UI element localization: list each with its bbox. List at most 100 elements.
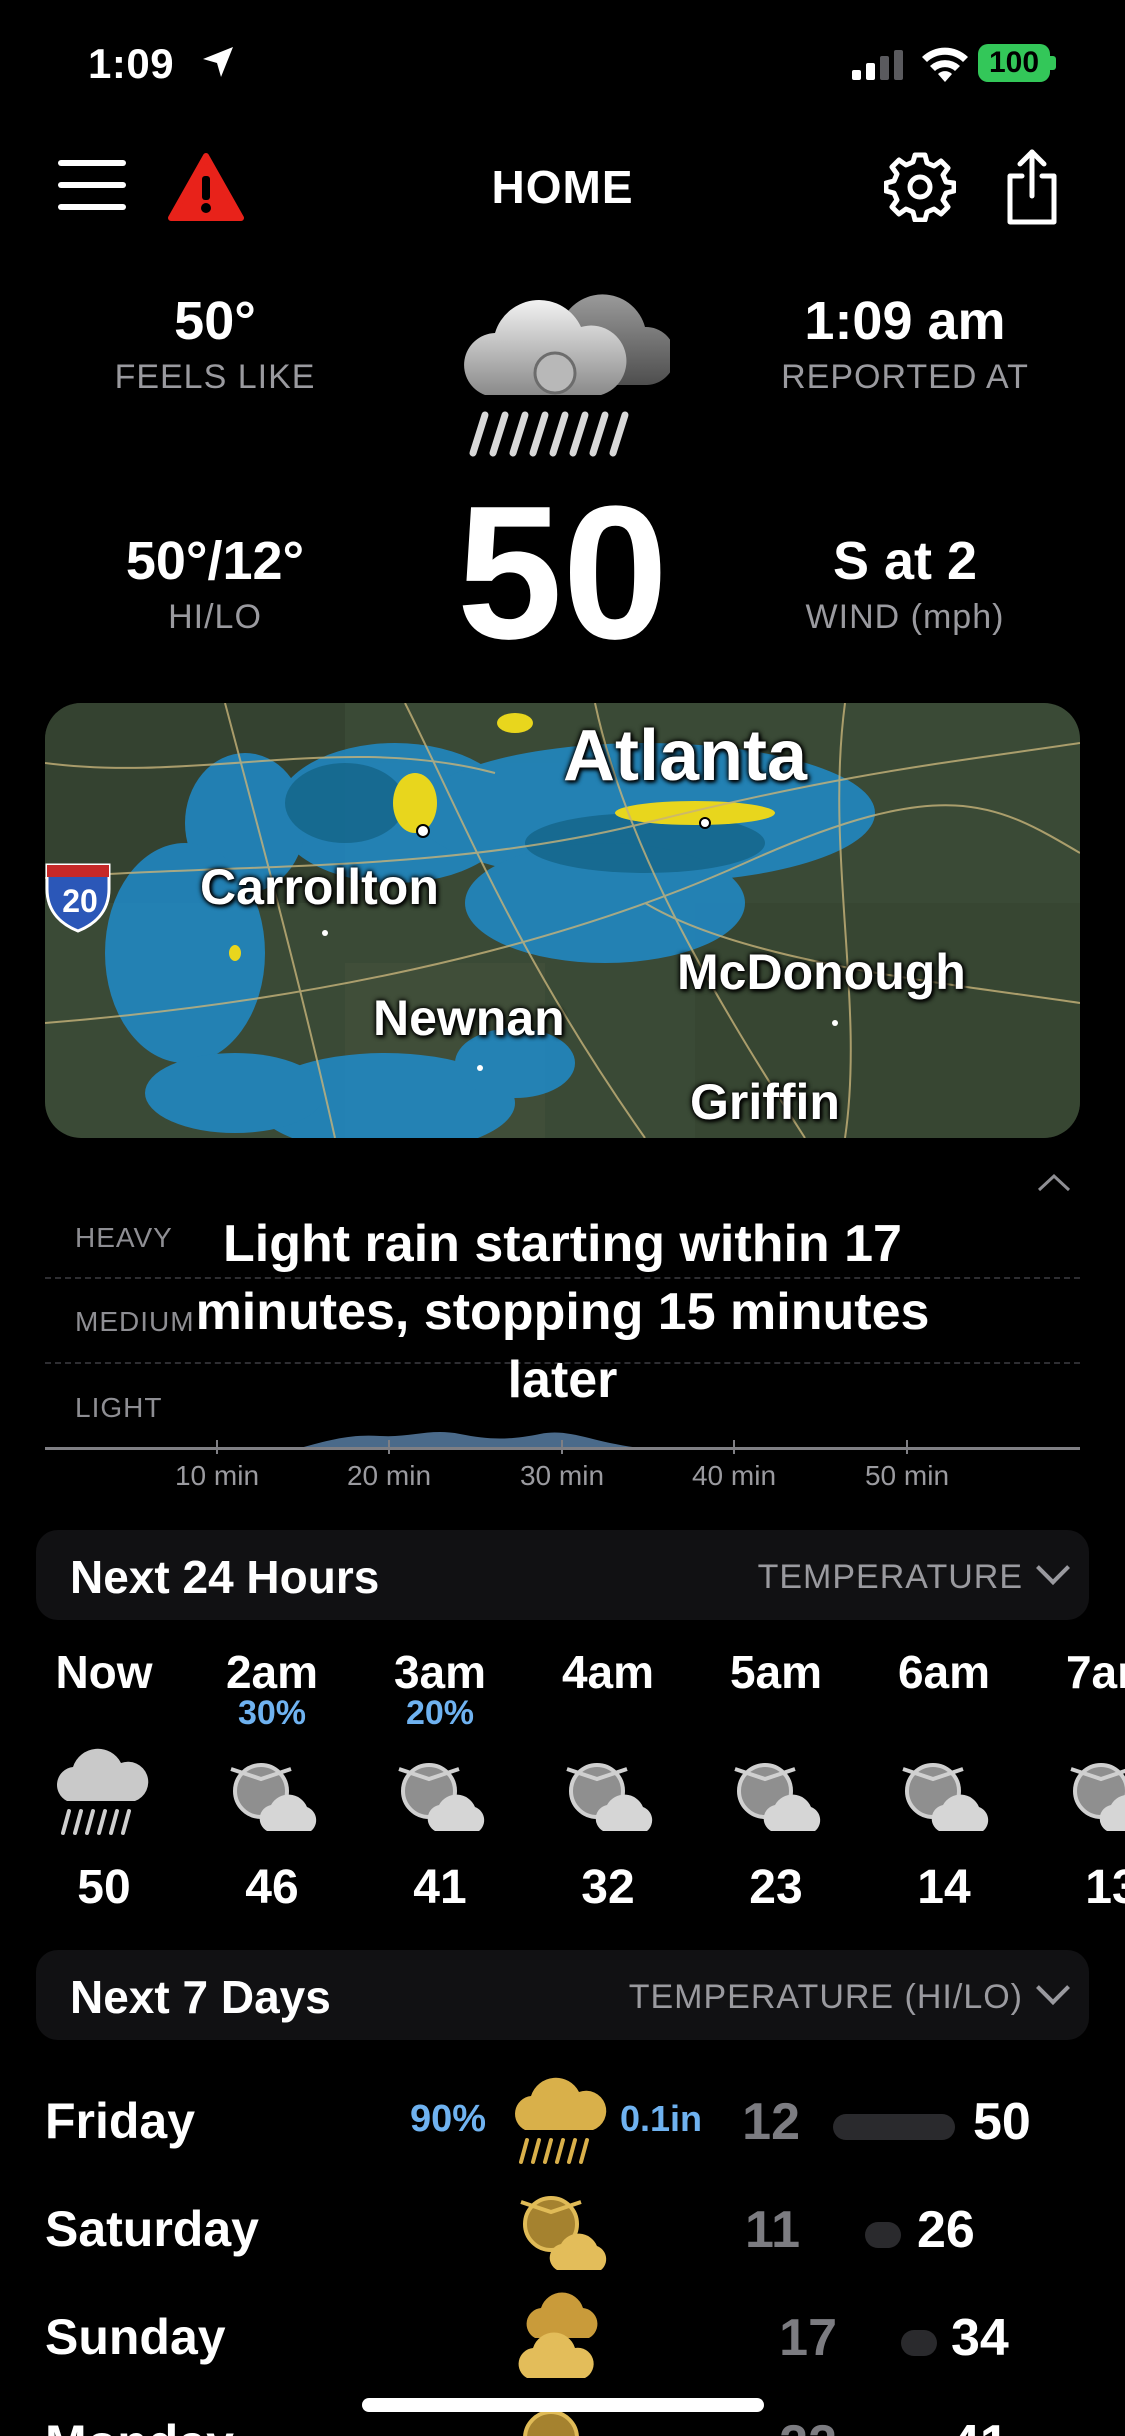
- hour-temp: 13: [1085, 1861, 1125, 1905]
- day-temp-range-bar: [901, 2330, 937, 2356]
- day-precip-amount: 0.1in: [620, 2098, 703, 2139]
- hour-label: 2am: [225, 1646, 319, 1698]
- emblem-cloud-icon: [398, 1763, 485, 1831]
- radar-map[interactable]: Atlanta Carrollton McDonough Newnan Grif…: [45, 703, 1080, 1138]
- rain-cloud-gold-icon: [515, 2077, 607, 2164]
- day-row[interactable]: Friday 90% 0.1in 12 50: [45, 2070, 1085, 2166]
- day-temp-range-bar: [833, 2114, 955, 2140]
- hour-temp: 14: [917, 1861, 971, 1914]
- day-name: Sunday: [45, 2309, 226, 2365]
- hour-item: 6am 14: [859, 1645, 1029, 1915]
- chevron-down-icon: [1036, 1551, 1070, 1585]
- precip-tick: 10 min: [174, 1460, 260, 1491]
- hour-precip: [523, 1695, 693, 1731]
- hour-label: 3am: [393, 1646, 487, 1698]
- chevron-up-icon[interactable]: [1036, 1170, 1072, 1194]
- emblem-cloud-icon: [566, 1763, 653, 1831]
- reported-label: REPORTED AT: [781, 358, 1029, 396]
- gear-icon[interactable]: [884, 150, 956, 222]
- cloud-gold-icon: [518, 2292, 598, 2378]
- hour-temp: 50: [77, 1861, 131, 1914]
- day-row[interactable]: Saturday 11 26: [45, 2178, 1085, 2274]
- hour-temp: 46: [245, 1861, 299, 1914]
- hour-precip: 30%: [237, 1694, 307, 1732]
- hour-label: 6am: [897, 1646, 991, 1698]
- wind: S at 2 WIND (mph): [745, 530, 1065, 637]
- day-name: Saturday: [45, 2201, 259, 2257]
- day-high: 34: [951, 2309, 1009, 2367]
- home-indicator[interactable]: [362, 2398, 764, 2412]
- day-row[interactable]: Sunday 17 34: [45, 2286, 1085, 2382]
- hour-item: 4am 32: [523, 1645, 693, 1915]
- reported-value: 1:09 am: [804, 291, 1006, 351]
- wifi-icon: [922, 47, 968, 82]
- next24-title: Next 24 Hours: [70, 1551, 380, 1603]
- map-label-carrollton: Carrollton: [200, 859, 439, 915]
- day-low: 12: [742, 2093, 800, 2151]
- battery-nub: [1050, 56, 1056, 70]
- hour-temp: 32: [581, 1861, 635, 1914]
- location-arrow-icon: [203, 47, 233, 77]
- emblem-cloud-icon: [734, 1763, 821, 1831]
- hour-label: 4am: [561, 1646, 655, 1698]
- hi-lo: 50°/12° HI/LO: [55, 530, 375, 637]
- hour-item: 5am 23: [691, 1645, 861, 1915]
- emblem-cloud-gold-icon: [520, 2196, 607, 2270]
- hour-precip: [691, 1695, 861, 1731]
- next24-header: Next 24 Hours TEMPERATURE: [36, 1530, 1089, 1620]
- day-temp-range-bar: [865, 2222, 901, 2248]
- emblem-cloud-icon: [902, 1763, 989, 1831]
- cellular-signal-icon: [852, 50, 903, 80]
- current-temperature: 50: [456, 467, 669, 679]
- page-title: HOME: [491, 161, 634, 213]
- precip-tick: 50 min: [864, 1460, 950, 1491]
- hour-item-clip: 7am 13: [1027, 1645, 1125, 1905]
- emblem-cloud-icon: [230, 1763, 317, 1831]
- hour-precip: [1027, 1695, 1125, 1731]
- hour-item: 3am 20% 41: [355, 1645, 525, 1915]
- precip-tick: 30 min: [519, 1460, 605, 1491]
- next7-dropdown[interactable]: TEMPERATURE (HI/LO): [628, 1971, 1070, 2017]
- battery-icon: 100: [978, 44, 1050, 82]
- chevron-down-icon: [1036, 1971, 1070, 2005]
- day-high: 50: [973, 2093, 1031, 2151]
- hour-temp: 41: [413, 1861, 467, 1914]
- precip-intensity-area: [300, 1432, 640, 1448]
- hour-label: 5am: [729, 1646, 823, 1698]
- day-low: 11: [745, 2201, 800, 2259]
- map-label-atlanta: Atlanta: [563, 716, 808, 796]
- map-label-newnan: Newnan: [373, 990, 565, 1046]
- map-label-mcdonough: McDonough: [677, 944, 966, 1000]
- wind-value: S at 2: [832, 531, 978, 591]
- next24-dropdown[interactable]: TEMPERATURE: [757, 1551, 1070, 1597]
- day-name: Friday: [45, 2093, 196, 2149]
- hour-label: 7am: [1065, 1646, 1125, 1698]
- hour-precip: [19, 1695, 189, 1731]
- hour-precip: 20%: [405, 1694, 475, 1732]
- emblem-cloud-icon: [1070, 1763, 1125, 1831]
- wind-label: WIND (mph): [805, 598, 1005, 636]
- next24-dropdown-label: TEMPERATURE: [757, 1558, 1023, 1596]
- precip-tick: 20 min: [346, 1460, 432, 1491]
- day-precip-chance: 90%: [410, 2098, 487, 2140]
- day-name: Monday: [45, 2414, 234, 2436]
- day-high: 26: [917, 2201, 975, 2259]
- day-high: 41: [951, 2414, 1009, 2436]
- hour-item: 2am 30% 46: [187, 1645, 357, 1915]
- next7-header: Next 7 Days TEMPERATURE (HI/LO): [36, 1950, 1089, 2040]
- hour-precip: [859, 1695, 1029, 1731]
- hilo-label: HI/LO: [168, 598, 262, 636]
- hour-label: Now: [55, 1646, 153, 1698]
- precip-tick: 40 min: [691, 1460, 777, 1491]
- hour-item: Now 50: [19, 1645, 189, 1915]
- feels-like-value: 50°: [174, 291, 256, 351]
- day-low: 22: [757, 2414, 837, 2436]
- rain-cloud-icon: [464, 294, 670, 457]
- hilo-value: 50°/12°: [125, 531, 305, 591]
- hour-temp: 23: [749, 1861, 803, 1914]
- interstate-shield-number: 20: [62, 883, 98, 919]
- share-icon[interactable]: [1000, 148, 1064, 226]
- next7-dropdown-label: TEMPERATURE (HI/LO): [628, 1978, 1023, 2016]
- day-row-clip: Monday 22 41: [0, 2390, 1125, 2436]
- next7-title: Next 7 Days: [70, 1971, 331, 2023]
